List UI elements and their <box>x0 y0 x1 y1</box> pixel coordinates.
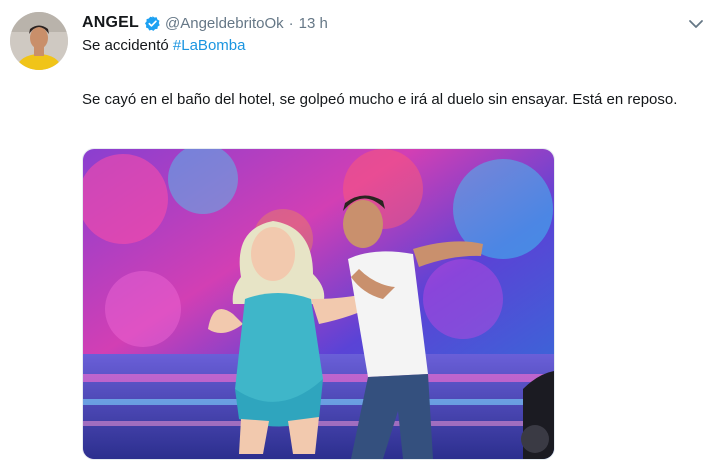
tweet-header: ANGEL @AngeldebritoOk · 13 h <box>82 12 328 34</box>
verified-badge-icon <box>144 15 160 31</box>
avatar-photo <box>10 12 68 70</box>
headline-text: Se accidentó <box>82 37 169 54</box>
author-name[interactable]: ANGEL <box>82 14 139 32</box>
hashtag-link[interactable]: #LaBomba <box>173 37 246 54</box>
tweet-body: Se cayó en el baño del hotel, se golpeó … <box>82 91 678 108</box>
tweet-media-image[interactable] <box>82 148 555 460</box>
tweet-headline: Se accidentó #LaBomba <box>82 37 245 54</box>
author-avatar[interactable] <box>10 12 68 70</box>
tweet-timestamp[interactable]: 13 h <box>299 15 328 32</box>
author-handle[interactable]: @AngeldebritoOk <box>165 15 284 32</box>
dance-photo <box>83 149 554 459</box>
chevron-down-icon[interactable] <box>686 14 706 34</box>
separator-dot: · <box>288 14 294 32</box>
